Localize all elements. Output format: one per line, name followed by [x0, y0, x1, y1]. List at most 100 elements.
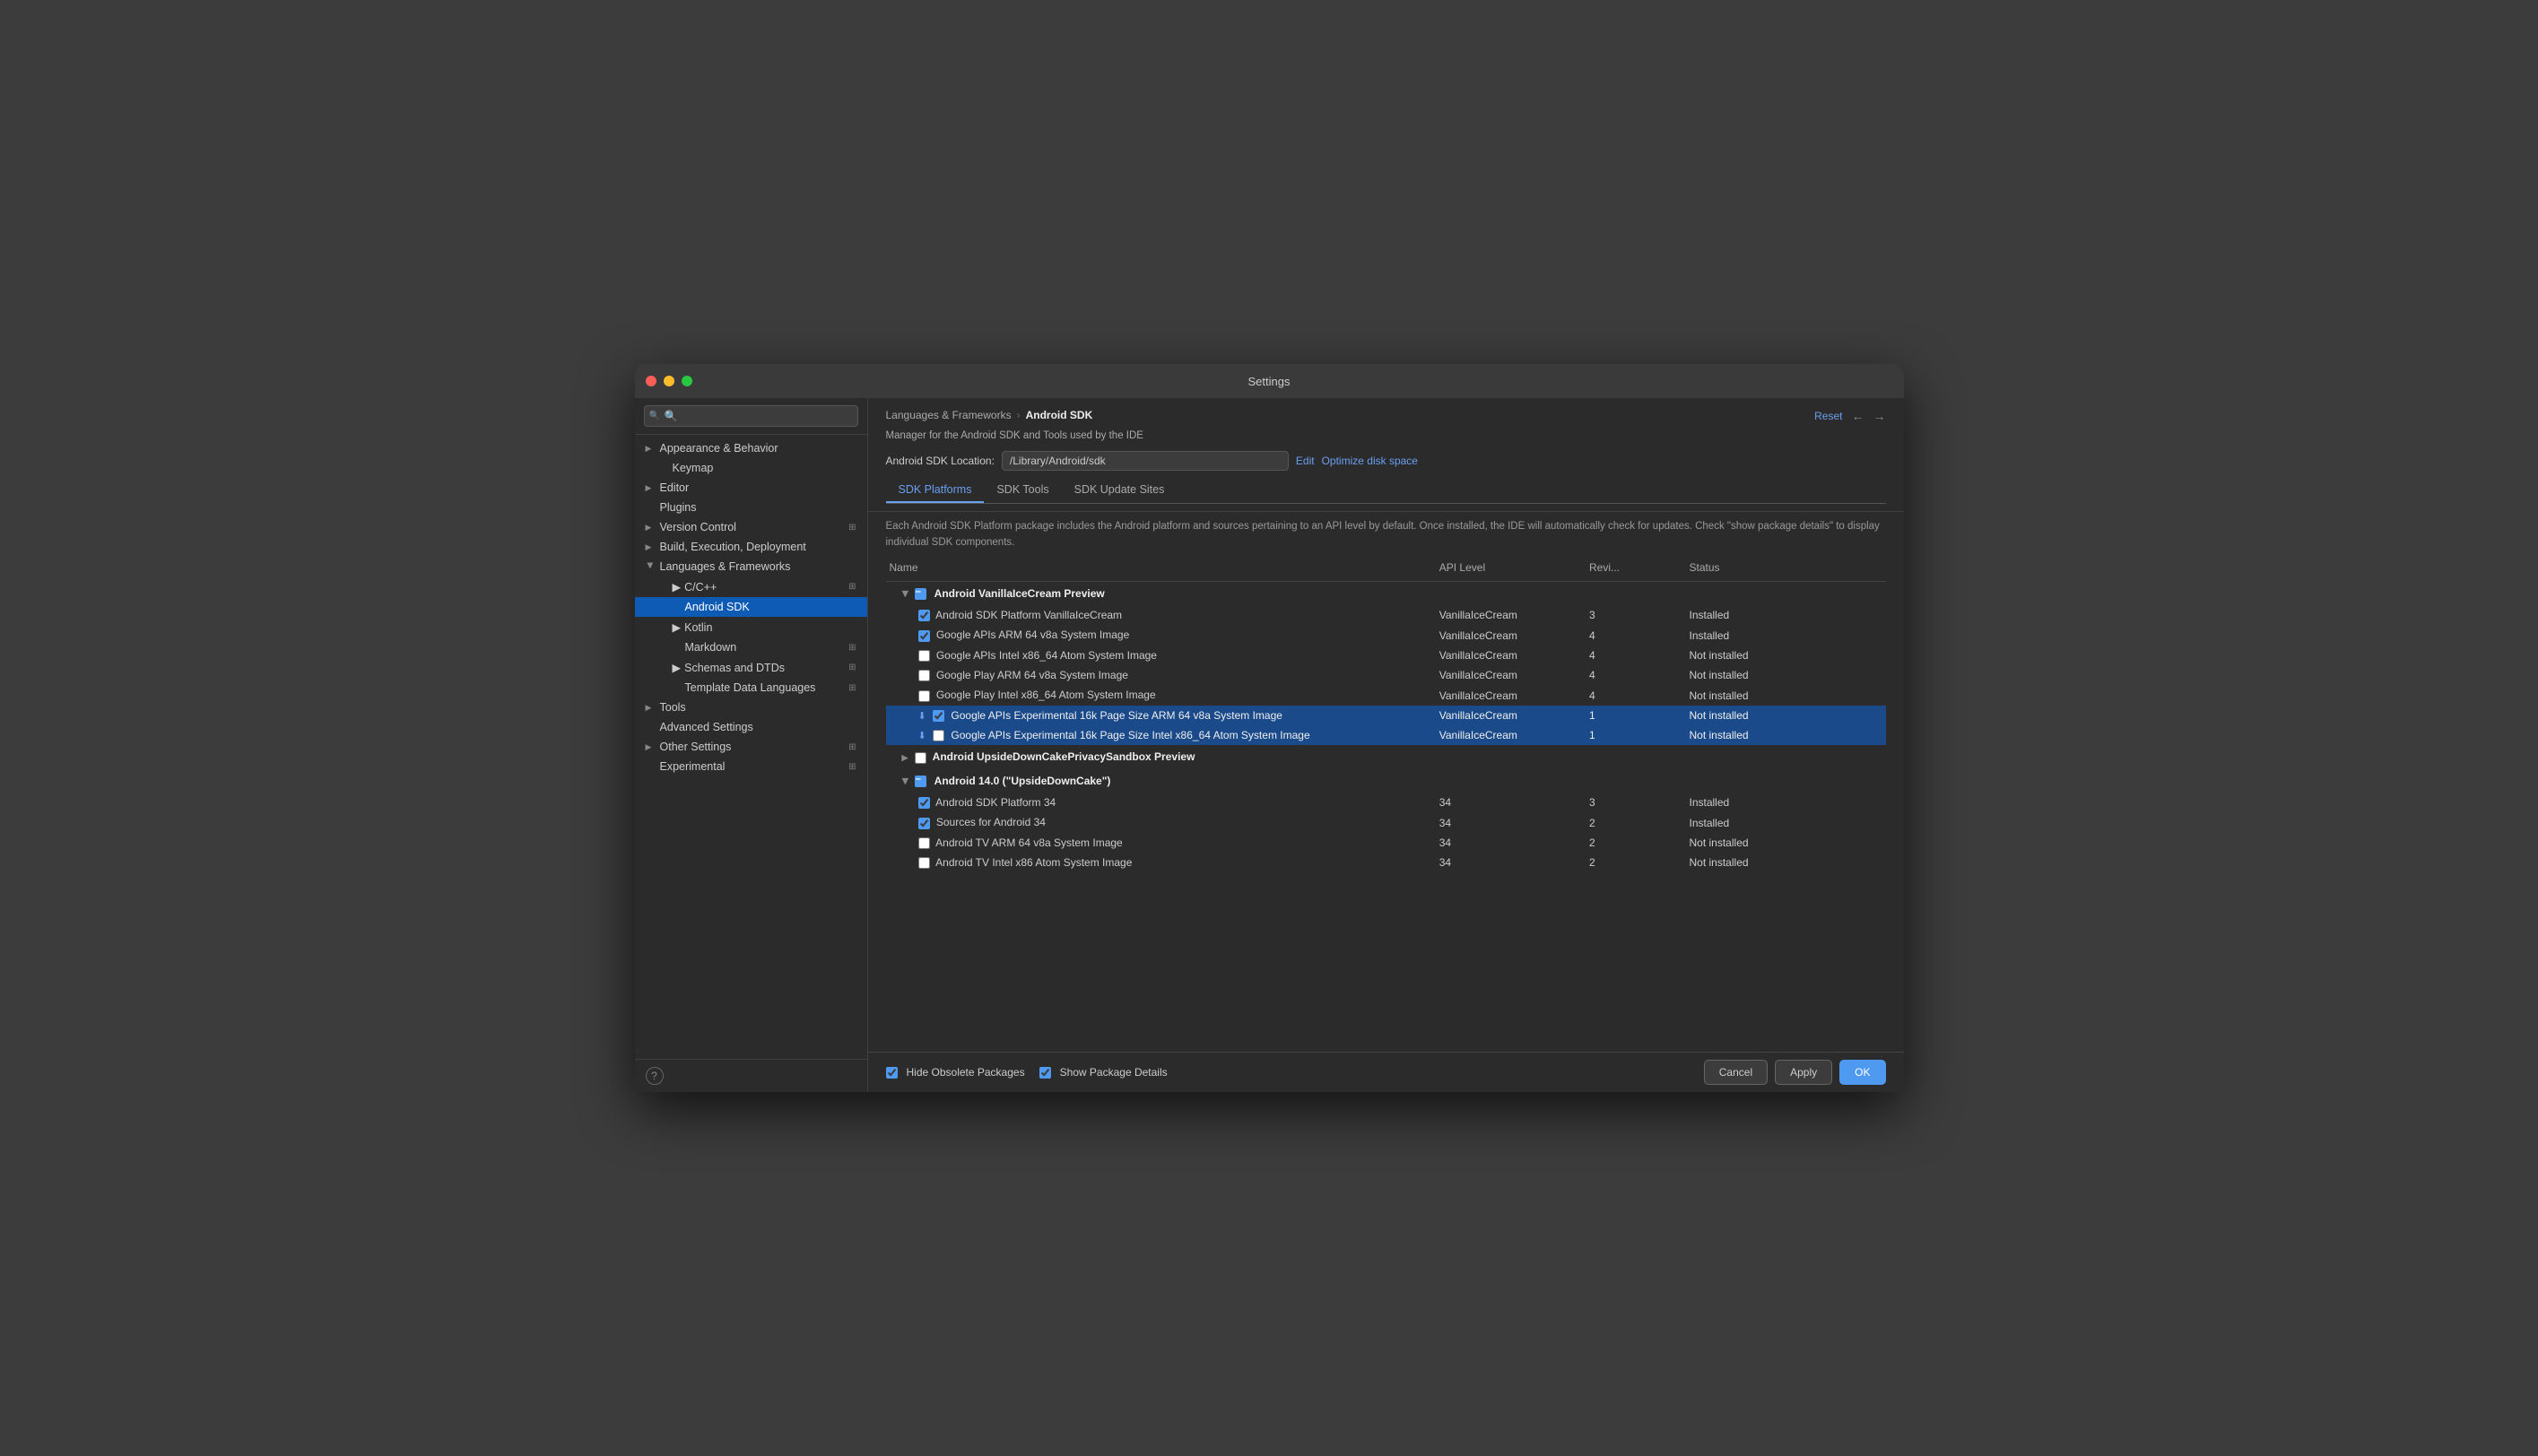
sidebar-item-other[interactable]: ▶ Other Settings ⊞ — [635, 737, 867, 757]
group-checkbox[interactable] — [915, 752, 926, 764]
settings-window: Settings ▶ Appearance & Behavior ▶ Keyma… — [635, 364, 1904, 1092]
sidebar-item-schemas[interactable]: ▶ ▶ Schemas and DTDs ⊞ — [635, 657, 867, 678]
tabs-bar: SDK Platforms SDK Tools SDK Update Sites — [886, 478, 1886, 504]
row-api — [1436, 769, 1586, 793]
row-checkbox[interactable] — [918, 797, 930, 809]
table-row: Android SDK Platform 34 34 3 Installed — [886, 793, 1886, 812]
search-input[interactable] — [644, 405, 858, 427]
row-name: Google Play Intel x86_64 Atom System Ima… — [936, 689, 1156, 701]
row-checkbox[interactable] — [918, 670, 930, 681]
sidebar-item-version-control[interactable]: ▶ Version Control ⊞ — [635, 517, 867, 537]
table-row: ▶ Android VanillaIceCream Preview — [886, 581, 1886, 605]
maximize-button[interactable] — [682, 376, 692, 386]
row-checkbox[interactable] — [933, 730, 944, 741]
help-button[interactable]: ? — [646, 1067, 664, 1085]
sidebar: ▶ Appearance & Behavior ▶ Keymap ▶ Edito… — [635, 398, 868, 1092]
minimize-button[interactable] — [664, 376, 674, 386]
sidebar-items: ▶ Appearance & Behavior ▶ Keymap ▶ Edito… — [635, 435, 867, 1059]
row-status — [1686, 769, 1886, 793]
row-status: Not installed — [1686, 665, 1886, 685]
group-checkbox[interactable] — [915, 588, 926, 600]
sidebar-item-android-sdk[interactable]: ▶ Android SDK — [635, 597, 867, 617]
row-rev: 1 — [1586, 725, 1686, 745]
table-description-text: Each Android SDK Platform package includ… — [886, 519, 1886, 550]
sidebar-item-experimental[interactable]: ▶ Experimental ⊞ — [635, 757, 867, 776]
apply-button[interactable]: Apply — [1775, 1060, 1832, 1085]
sidebar-item-plugins[interactable]: ▶ Plugins — [635, 498, 867, 517]
row-name: Sources for Android 34 — [936, 816, 1046, 828]
sidebar-item-markdown[interactable]: ▶ Markdown ⊞ — [635, 637, 867, 657]
row-api — [1436, 581, 1586, 605]
window-title: Settings — [1248, 375, 1291, 388]
row-status: Not installed — [1686, 685, 1886, 705]
sidebar-item-keymap[interactable]: ▶ Keymap — [635, 458, 867, 478]
sdk-location-label: Android SDK Location: — [886, 455, 995, 467]
back-button[interactable]: ← — [1852, 409, 1864, 423]
row-api — [1436, 745, 1586, 768]
expand-icon[interactable]: ▶ — [902, 753, 908, 763]
row-checkbox[interactable] — [918, 610, 930, 621]
sidebar-item-appearance[interactable]: ▶ Appearance & Behavior — [635, 438, 867, 458]
row-checkbox[interactable] — [918, 630, 930, 642]
arrow-icon: ▶ — [646, 703, 655, 713]
settings-icon: ⊞ — [848, 762, 856, 772]
show-package-checkbox[interactable] — [1039, 1067, 1051, 1079]
row-checkbox[interactable] — [933, 710, 944, 722]
row-checkbox[interactable] — [918, 690, 930, 702]
sidebar-item-cpp[interactable]: ▶ ▶ C/C++ ⊞ — [635, 576, 867, 597]
footer-bar: Hide Obsolete Packages Show Package Deta… — [868, 1052, 1904, 1092]
row-api: VanillaIceCream — [1436, 646, 1586, 665]
sidebar-item-languages[interactable]: ▶ Languages & Frameworks — [635, 557, 867, 576]
close-button[interactable] — [646, 376, 656, 386]
row-api: VanillaIceCream — [1436, 605, 1586, 625]
settings-icon: ⊞ — [848, 582, 856, 592]
cancel-button[interactable]: Cancel — [1704, 1060, 1768, 1085]
sidebar-item-editor[interactable]: ▶ Editor — [635, 478, 867, 498]
search-area — [635, 398, 867, 435]
row-checkbox[interactable] — [918, 650, 930, 662]
arrow-icon: ▶ — [646, 483, 655, 493]
row-api: VanillaIceCream — [1436, 685, 1586, 705]
row-checkbox[interactable] — [918, 857, 930, 869]
reset-button[interactable]: Reset — [1814, 410, 1842, 422]
tab-sdk-platforms[interactable]: SDK Platforms — [886, 478, 985, 503]
tab-sdk-update-sites[interactable]: SDK Update Sites — [1062, 478, 1178, 503]
row-rev — [1586, 581, 1686, 605]
hide-obsolete-label[interactable]: Hide Obsolete Packages — [886, 1066, 1025, 1079]
row-api: VanillaIceCream — [1436, 706, 1586, 725]
row-name: Android SDK Platform 34 — [935, 796, 1056, 809]
sidebar-item-kotlin[interactable]: ▶ ▶ Kotlin — [635, 617, 867, 637]
sdk-location-input[interactable] — [1002, 451, 1289, 471]
dialog-buttons: Cancel Apply OK — [1704, 1060, 1886, 1085]
row-api: VanillaIceCream — [1436, 625, 1586, 645]
optimize-button[interactable]: Optimize disk space — [1322, 455, 1418, 467]
sidebar-item-template-data[interactable]: ▶ Template Data Languages ⊞ — [635, 678, 867, 698]
table-row: Android TV ARM 64 v8a System Image 34 2 … — [886, 833, 1886, 853]
group-checkbox[interactable] — [915, 776, 926, 787]
row-rev: 4 — [1586, 646, 1686, 665]
sidebar-item-advanced[interactable]: ▶ Advanced Settings — [635, 717, 867, 737]
expand-icon[interactable]: ▶ — [900, 778, 909, 784]
table-row: Sources for Android 34 34 2 Installed — [886, 812, 1886, 832]
row-checkbox[interactable] — [918, 818, 930, 829]
hide-obsolete-checkbox[interactable] — [886, 1067, 898, 1079]
tab-sdk-tools[interactable]: SDK Tools — [984, 478, 1061, 503]
forward-button[interactable]: → — [1873, 409, 1886, 423]
sidebar-item-build[interactable]: ▶ Build, Execution, Deployment — [635, 537, 867, 557]
ok-button[interactable]: OK — [1839, 1060, 1885, 1085]
sdk-table: Name API Level Revi... Status ▶ A — [886, 554, 1886, 873]
show-package-label[interactable]: Show Package Details — [1039, 1066, 1168, 1079]
expand-icon[interactable]: ▶ — [900, 591, 909, 597]
row-api: VanillaIceCream — [1436, 725, 1586, 745]
table-row: Google APIs ARM 64 v8a System Image Vani… — [886, 625, 1886, 645]
row-checkbox[interactable] — [918, 837, 930, 849]
row-status: Not installed — [1686, 646, 1886, 665]
row-name: Google APIs Experimental 16k Page Size A… — [951, 709, 1282, 722]
settings-icon: ⊞ — [848, 663, 856, 672]
edit-button[interactable]: Edit — [1296, 455, 1315, 467]
table-row: ▶ Android 14.0 ("UpsideDownCake") — [886, 769, 1886, 793]
download-icon: ⬇ — [918, 731, 926, 741]
row-name: Android VanillaIceCream Preview — [934, 587, 1105, 600]
sidebar-item-tools[interactable]: ▶ Tools — [635, 698, 867, 717]
row-name: Android UpsideDownCakePrivacySandbox Pre… — [933, 750, 1195, 763]
